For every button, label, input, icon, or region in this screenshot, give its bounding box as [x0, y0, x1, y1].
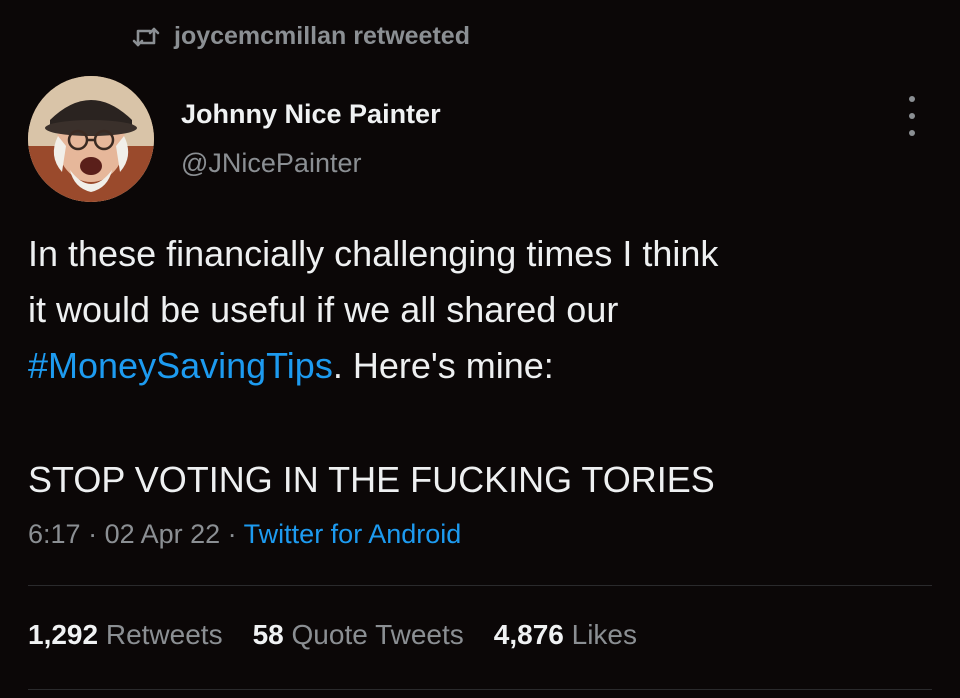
meta-separator: · — [80, 519, 105, 549]
likes-label: Likes — [571, 619, 638, 650]
author-name[interactable]: Johnny Nice Painter — [181, 99, 441, 130]
hashtag-link[interactable]: #MoneySavingTips — [28, 345, 333, 386]
divider — [28, 689, 932, 690]
quote-tweets-stat[interactable]: 58 Quote Tweets — [253, 619, 464, 651]
more-options-button[interactable] — [898, 96, 926, 136]
tweet-text-fragment: . Here's mine: — [332, 345, 554, 386]
quote-tweets-count: 58 — [252, 619, 284, 650]
more-dot-icon — [909, 113, 915, 119]
retweets-label: Retweets — [105, 619, 223, 650]
avatar[interactable] — [28, 76, 154, 202]
likes-stat[interactable]: 4,876 Likes — [494, 619, 637, 651]
tweet-text-shout: STOP VOTING IN THE FUCKING TORIES — [28, 459, 715, 500]
tweet-time[interactable]: 6:17 — [28, 519, 81, 549]
tweet-text-line: it would be useful if we all shared our — [28, 289, 619, 330]
tweet-text-line: #MoneySavingTips. Here's mine: — [28, 338, 928, 394]
tweet-text: In these financially challenging times I… — [28, 226, 928, 394]
retweets-stat[interactable]: 1,292 Retweets — [28, 619, 223, 651]
tweet-meta: 6:17 · 02 Apr 22 · Twitter for Android — [28, 519, 461, 550]
more-dot-icon — [909, 96, 915, 102]
retweet-label: joycemcmillan retweeted — [174, 22, 470, 50]
author-handle[interactable]: @JNicePainter — [181, 148, 361, 179]
likes-count: 4,876 — [493, 619, 564, 650]
retweet-header[interactable]: joycemcmillan retweeted — [132, 22, 470, 51]
tweet-stats: 1,292 Retweets 58 Quote Tweets 4,876 Lik… — [28, 619, 637, 651]
quote-tweets-label: Quote Tweets — [291, 619, 464, 650]
retweet-icon — [132, 25, 160, 49]
tweet-text-line: In these financially challenging times I… — [28, 233, 719, 274]
tweet-date[interactable]: 02 Apr 22 — [105, 519, 221, 549]
more-dot-icon — [909, 130, 915, 136]
tweet-source-link[interactable]: Twitter for Android — [244, 519, 462, 549]
retweets-count: 1,292 — [28, 619, 99, 650]
divider — [28, 585, 932, 586]
meta-separator: · — [220, 519, 244, 549]
tweet-card: joycemcmillan retweeted Johnny Nice Pain… — [0, 0, 960, 698]
